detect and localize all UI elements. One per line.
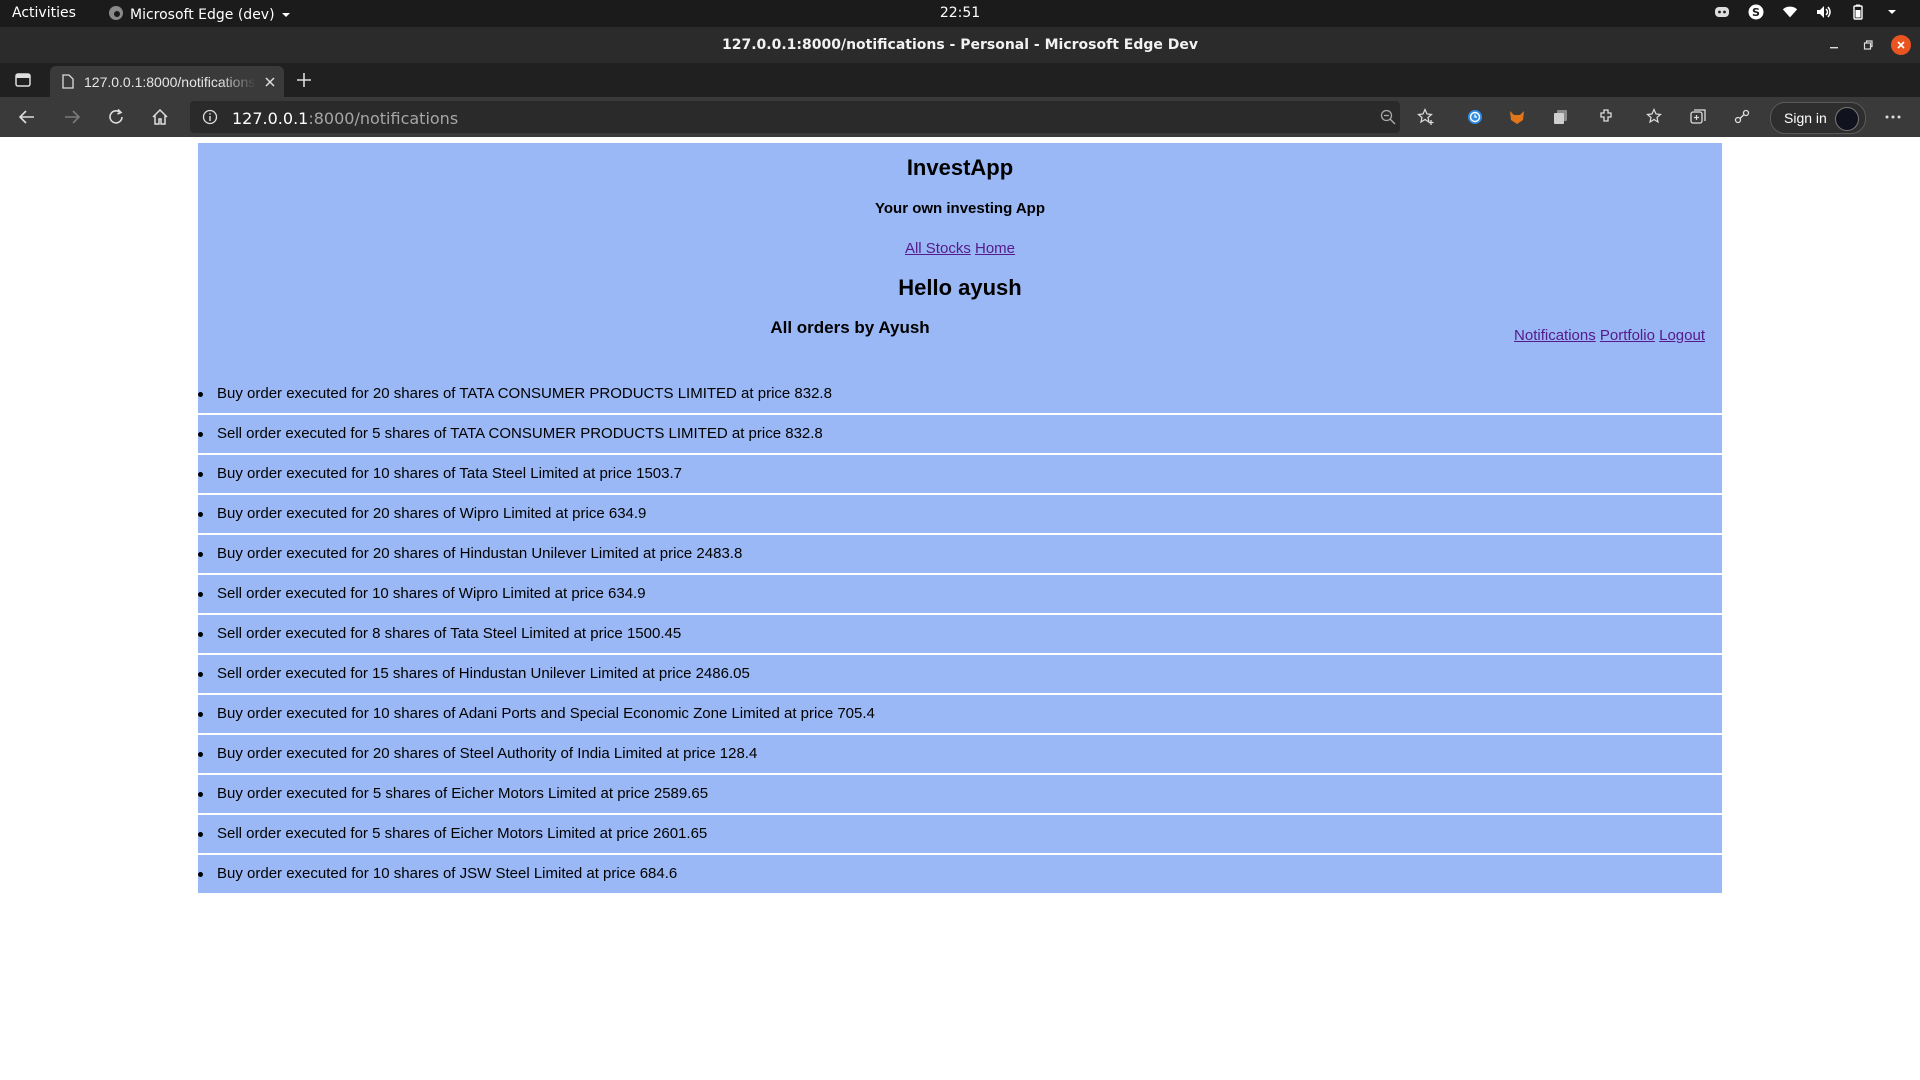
page-icon xyxy=(62,74,74,92)
app-menu[interactable]: Microsoft Edge (dev) xyxy=(108,5,291,25)
extension-fox-icon[interactable] xyxy=(1507,107,1527,127)
order-text: Sell order executed for 8 shares of Tata… xyxy=(217,625,682,642)
logout-link[interactable]: Logout xyxy=(1659,327,1705,344)
web-page: InvestApp Your own investing App All Sto… xyxy=(0,137,1920,1080)
list-item: Buy order executed for 10 shares of JSW … xyxy=(198,855,1722,895)
discord-icon[interactable] xyxy=(1714,4,1730,20)
maximize-icon[interactable] xyxy=(1858,35,1878,55)
zoom-icon[interactable] xyxy=(1380,109,1396,130)
list-item: Buy order executed for 20 shares of Hind… xyxy=(198,535,1722,575)
order-text: Buy order executed for 20 shares of Stee… xyxy=(217,745,758,762)
more-icon[interactable] xyxy=(1883,107,1903,127)
list-item: Sell order executed for 15 shares of Hin… xyxy=(198,655,1722,695)
order-text: Sell order executed for 15 shares of Hin… xyxy=(217,665,750,682)
share-icon[interactable] xyxy=(1732,107,1752,127)
url-host: 127.0.0.1 xyxy=(232,109,309,128)
close-icon[interactable] xyxy=(1891,35,1911,55)
list-item: Sell order executed for 5 shares of Eich… xyxy=(198,815,1722,855)
list-item: Buy order executed for 10 shares of Adan… xyxy=(198,695,1722,735)
back-icon[interactable] xyxy=(17,107,37,127)
order-text: Buy order executed for 10 shares of Adan… xyxy=(217,705,875,722)
sign-in-button[interactable]: Sign in xyxy=(1770,102,1866,134)
notifications-link[interactable]: Notifications xyxy=(1514,327,1596,344)
collections-icon[interactable] xyxy=(1688,107,1708,127)
forward-icon[interactable] xyxy=(62,107,82,127)
list-item: Buy order executed for 5 shares of Eiche… xyxy=(198,775,1722,815)
orders-list: Buy order executed for 20 shares of TATA… xyxy=(198,375,1722,895)
list-item: Buy order executed for 10 shares of Tata… xyxy=(198,455,1722,495)
order-text: Buy order executed for 10 shares of JSW … xyxy=(217,865,678,882)
volume-icon[interactable] xyxy=(1816,4,1832,20)
skype-icon[interactable]: S xyxy=(1748,4,1764,20)
refresh-icon[interactable] xyxy=(106,107,126,127)
tagline: Your own investing App xyxy=(875,200,1045,217)
main-nav: All Stocks Home xyxy=(198,240,1722,257)
portfolio-link[interactable]: Portfolio xyxy=(1600,327,1655,344)
app-menu-label: Microsoft Edge (dev) xyxy=(130,7,275,23)
browser-toolbar: 127.0.0.1:8000/notifications Sign in xyxy=(0,97,1920,137)
window-title: 127.0.0.1:8000/notifications - Personal … xyxy=(721,37,1198,53)
order-text: Sell order executed for 5 shares of Eich… xyxy=(217,825,708,842)
order-text: Sell order executed for 10 shares of Wip… xyxy=(217,585,646,602)
home-link[interactable]: Home xyxy=(975,240,1015,257)
list-item: Buy order executed for 20 shares of TATA… xyxy=(198,375,1722,415)
extension-clock-icon[interactable] xyxy=(1465,107,1485,127)
system-tray[interactable]: S xyxy=(1714,4,1900,20)
extensions-icon[interactable] xyxy=(1596,107,1616,127)
order-text: Buy order executed for 20 shares of Wipr… xyxy=(217,505,647,522)
list-item: Sell order executed for 5 shares of TATA… xyxy=(198,415,1722,455)
url-text[interactable]: 127.0.0.1:8000/notifications xyxy=(232,109,458,128)
chevron-down-icon[interactable] xyxy=(1884,4,1900,20)
list-item: Buy order executed for 20 shares of Stee… xyxy=(198,735,1722,775)
avatar xyxy=(1835,107,1859,131)
wifi-icon[interactable] xyxy=(1782,4,1798,20)
list-item: Sell order executed for 8 shares of Tata… xyxy=(198,615,1722,655)
window-title-bar: 127.0.0.1:8000/notifications - Personal … xyxy=(0,27,1920,63)
address-bar[interactable]: 127.0.0.1:8000/notifications xyxy=(190,101,1400,133)
order-text: Buy order executed for 5 shares of Eiche… xyxy=(217,785,709,802)
home-icon[interactable] xyxy=(150,107,170,127)
list-item: Sell order executed for 10 shares of Wip… xyxy=(198,575,1722,615)
svg-text:S: S xyxy=(1752,6,1760,19)
minimize-icon[interactable] xyxy=(1824,35,1844,55)
list-item: Buy order executed for 20 shares of Wipr… xyxy=(198,495,1722,535)
extension-copy-icon[interactable] xyxy=(1551,107,1571,127)
new-tab-icon[interactable] xyxy=(296,72,312,93)
sidebar-icon[interactable] xyxy=(14,71,32,94)
sign-in-label: Sign in xyxy=(1784,110,1827,126)
url-path: :8000/notifications xyxy=(308,109,459,128)
user-nav: Notifications Portfolio Logout xyxy=(1514,327,1705,344)
chevron-down-icon xyxy=(281,7,291,23)
tab-notifications[interactable]: 127.0.0.1:8000/notifications xyxy=(50,66,284,97)
greeting: Hello ayush xyxy=(898,275,1022,300)
edge-icon xyxy=(108,5,124,25)
tab-close-icon[interactable] xyxy=(264,75,276,91)
all-stocks-link[interactable]: All Stocks xyxy=(905,240,971,257)
activities-button[interactable]: Activities xyxy=(12,5,76,21)
tab-strip: 127.0.0.1:8000/notifications xyxy=(0,63,1920,97)
battery-icon[interactable] xyxy=(1850,4,1866,20)
order-text: Buy order executed for 20 shares of Hind… xyxy=(217,545,743,562)
order-text: Buy order executed for 10 shares of Tata… xyxy=(217,465,682,482)
app-title: InvestApp xyxy=(906,155,1014,180)
add-favorite-icon[interactable] xyxy=(1416,107,1436,127)
clock[interactable]: 22:51 xyxy=(940,5,980,21)
order-text: Sell order executed for 5 shares of TATA… xyxy=(217,425,823,442)
orders-heading: All orders by Ayush xyxy=(770,318,930,337)
favorites-icon[interactable] xyxy=(1644,107,1664,127)
order-text: Buy order executed for 20 shares of TATA… xyxy=(217,385,832,402)
info-icon[interactable] xyxy=(202,109,218,130)
content-container: InvestApp Your own investing App All Sto… xyxy=(198,143,1722,895)
system-top-bar: Activities Microsoft Edge (dev) 22:51 S xyxy=(0,0,1920,27)
